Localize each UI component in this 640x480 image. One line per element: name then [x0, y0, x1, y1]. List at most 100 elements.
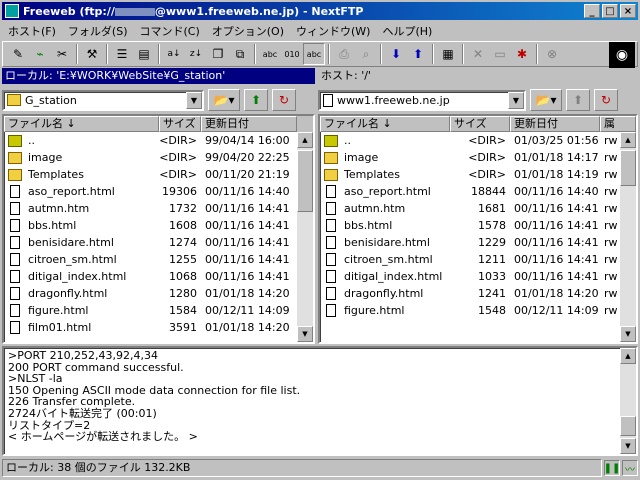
scroll-thumb[interactable] — [620, 150, 636, 186]
new-file-icon[interactable]: ✱ — [511, 43, 533, 65]
remote-parent-folder-button[interactable]: ⬆ — [566, 89, 590, 111]
file-size: 1548 — [478, 304, 506, 317]
local-nav-row: G_station ▼ 📂▾ ⬆ ↻ — [2, 87, 315, 113]
settings-icon[interactable]: ⚒ — [81, 43, 103, 65]
menu-folder[interactable]: フォルダ(S) — [62, 23, 134, 39]
stop-icon[interactable]: ⊗ — [541, 43, 563, 65]
column-date[interactable]: 更新日付 — [510, 116, 600, 132]
file-row[interactable]: dragonfly.html 1280 01/01/18 14:20 — [4, 285, 297, 302]
connect-icon[interactable]: ⌁ — [29, 43, 51, 65]
column-size[interactable]: サイズ — [450, 116, 510, 132]
print-icon[interactable]: ⎙ — [333, 43, 355, 65]
maximize-button[interactable]: □ — [602, 4, 618, 18]
parent-folder-icon — [8, 134, 22, 147]
file-row[interactable]: citroen_sm.html 1211 00/11/16 14:41 rw — [320, 251, 620, 268]
scroll-thumb[interactable] — [297, 150, 313, 212]
minimize-button[interactable]: _ — [584, 4, 600, 18]
column-name[interactable]: ファイル名 ↓ — [320, 116, 450, 132]
file-name-cell: ditigal_index.html — [320, 268, 450, 285]
menu-command[interactable]: コマンド(C) — [134, 23, 206, 39]
file-size: 1274 — [169, 236, 197, 249]
local-parent-folder-button[interactable]: ⬆ — [244, 89, 268, 111]
file-row[interactable]: bbs.html 1608 00/11/16 14:41 — [4, 217, 297, 234]
file-row[interactable]: figure.html 1584 00/12/11 14:09 — [4, 302, 297, 319]
file-row[interactable]: image <DIR> 99/04/20 22:25 — [4, 149, 297, 166]
scroll-up-icon[interactable]: ▲ — [620, 132, 636, 148]
binary-mode-icon[interactable]: 010 — [281, 43, 303, 65]
menu-window[interactable]: ウィンドウ(W) — [290, 23, 376, 39]
upload-icon[interactable]: ⬆ — [407, 43, 429, 65]
file-row[interactable]: citroen_sm.html 1255 00/11/16 14:41 — [4, 251, 297, 268]
delete-icon[interactable]: ✕ — [467, 43, 489, 65]
remote-host-combo[interactable]: www1.freeweb.ne.jp ▼ — [318, 89, 526, 111]
menu-options[interactable]: オプション(O) — [206, 23, 290, 39]
chevron-down-icon[interactable]: ▼ — [186, 91, 202, 109]
auto-mode-icon[interactable]: abc — [303, 43, 325, 65]
local-folder-combo[interactable]: G_station ▼ — [2, 89, 204, 111]
list-view-icon[interactable]: ☰ — [111, 43, 133, 65]
scroll-up-icon[interactable]: ▲ — [620, 348, 636, 364]
file-name-cell: citroen_sm.html — [320, 251, 450, 268]
sort-desc-icon[interactable]: z↓ — [185, 43, 207, 65]
remote-scrollbar[interactable]: ▲ ▼ — [620, 132, 636, 342]
file-row[interactable]: Templates <DIR> 01/01/18 14:19 rw — [320, 166, 620, 183]
scroll-down-icon[interactable]: ▼ — [620, 438, 636, 454]
file-date: 00/11/16 14:41 — [514, 270, 599, 283]
file-row[interactable]: autmn.htm 1681 00/11/16 14:41 rw — [320, 200, 620, 217]
scroll-down-icon[interactable]: ▼ — [620, 326, 636, 342]
file-row[interactable]: .. <DIR> 01/03/25 01:56 rw — [320, 132, 620, 149]
scroll-up-icon[interactable]: ▲ — [297, 132, 313, 148]
column-size[interactable]: サイズ — [159, 116, 201, 132]
sort-asc-icon[interactable]: a↓ — [163, 43, 185, 65]
disconnect-icon[interactable]: ✂ — [51, 43, 73, 65]
chevron-down-icon[interactable]: ▼ — [508, 91, 524, 109]
remote-nav-row: www1.freeweb.ne.jp ▼ 📂▾ ⬆ ↻ — [318, 87, 638, 113]
file-row[interactable]: aso_report.html 18844 00/11/16 14:40 rw — [320, 183, 620, 200]
file-size: <DIR> — [468, 168, 506, 181]
file-row[interactable]: Templates <DIR> 00/11/20 21:19 — [4, 166, 297, 183]
file-row[interactable]: aso_report.html 19306 00/11/16 14:40 — [4, 183, 297, 200]
file-name: ditigal_index.html — [344, 270, 443, 283]
file-row[interactable]: figure.html 1548 00/12/11 14:09 rw — [320, 302, 620, 319]
file-row[interactable]: bbs.html 1578 00/11/16 14:41 rw — [320, 217, 620, 234]
menu-host[interactable]: ホスト(F) — [2, 23, 62, 39]
log-scrollbar[interactable]: ▲ ▼ — [620, 348, 636, 454]
folder-icon — [324, 151, 338, 164]
column-date[interactable]: 更新日付 — [201, 116, 297, 132]
scroll-down-icon[interactable]: ▼ — [297, 326, 313, 342]
local-scrollbar[interactable]: ▲ ▼ — [297, 132, 313, 342]
column-attr[interactable]: 属 — [600, 116, 636, 132]
file-row[interactable]: image <DIR> 01/01/18 14:17 rw — [320, 149, 620, 166]
local-folder-menu-button[interactable]: 📂▾ — [208, 89, 240, 111]
copy-icon[interactable]: ❐ — [207, 43, 229, 65]
file-row[interactable]: dragonfly.html 1241 01/01/18 14:20 rw — [320, 285, 620, 302]
local-refresh-button[interactable]: ↻ — [272, 89, 296, 111]
file-row[interactable]: benisidare.html 1229 00/11/16 14:41 rw — [320, 234, 620, 251]
app-icon[interactable] — [5, 4, 19, 18]
file-name-cell: autmn.htm — [4, 200, 159, 217]
detail-view-icon[interactable]: ▤ — [133, 43, 155, 65]
file-row[interactable]: .. <DIR> 99/04/14 16:00 — [4, 132, 297, 149]
file-row[interactable]: ditigal_index.html 1033 00/11/16 14:41 rw — [320, 268, 620, 285]
scroll-thumb[interactable] — [620, 416, 636, 436]
column-name[interactable]: ファイル名 ↓ — [4, 116, 159, 132]
file-row[interactable]: film01.html 3591 01/01/18 14:20 — [4, 319, 297, 336]
remote-refresh-button[interactable]: ↻ — [594, 89, 618, 111]
remote-folder-menu-button[interactable]: 📂▾ — [530, 89, 562, 111]
close-button[interactable]: × — [620, 4, 636, 18]
compare-icon[interactable]: ⧉ — [229, 43, 251, 65]
menu-help[interactable]: ヘルプ(H) — [376, 23, 438, 39]
file-row[interactable]: benisidare.html 1274 00/11/16 14:41 — [4, 234, 297, 251]
edit-icon[interactable]: ✎ — [7, 43, 29, 65]
ascii-mode-icon[interactable]: abc — [259, 43, 281, 65]
new-folder-icon[interactable]: ▭ — [489, 43, 511, 65]
file-name: dragonfly.html — [344, 287, 424, 300]
properties-icon[interactable]: ▦ — [437, 43, 459, 65]
file-row[interactable]: autmn.htm 1732 00/11/16 14:41 — [4, 200, 297, 217]
pause-icon[interactable]: ❚❚ — [604, 460, 620, 476]
file-icon — [326, 270, 336, 283]
find-icon[interactable]: ⌕ — [355, 43, 377, 65]
file-icon — [326, 185, 336, 198]
download-icon[interactable]: ⬇ — [385, 43, 407, 65]
file-row[interactable]: ditigal_index.html 1068 00/11/16 14:41 — [4, 268, 297, 285]
